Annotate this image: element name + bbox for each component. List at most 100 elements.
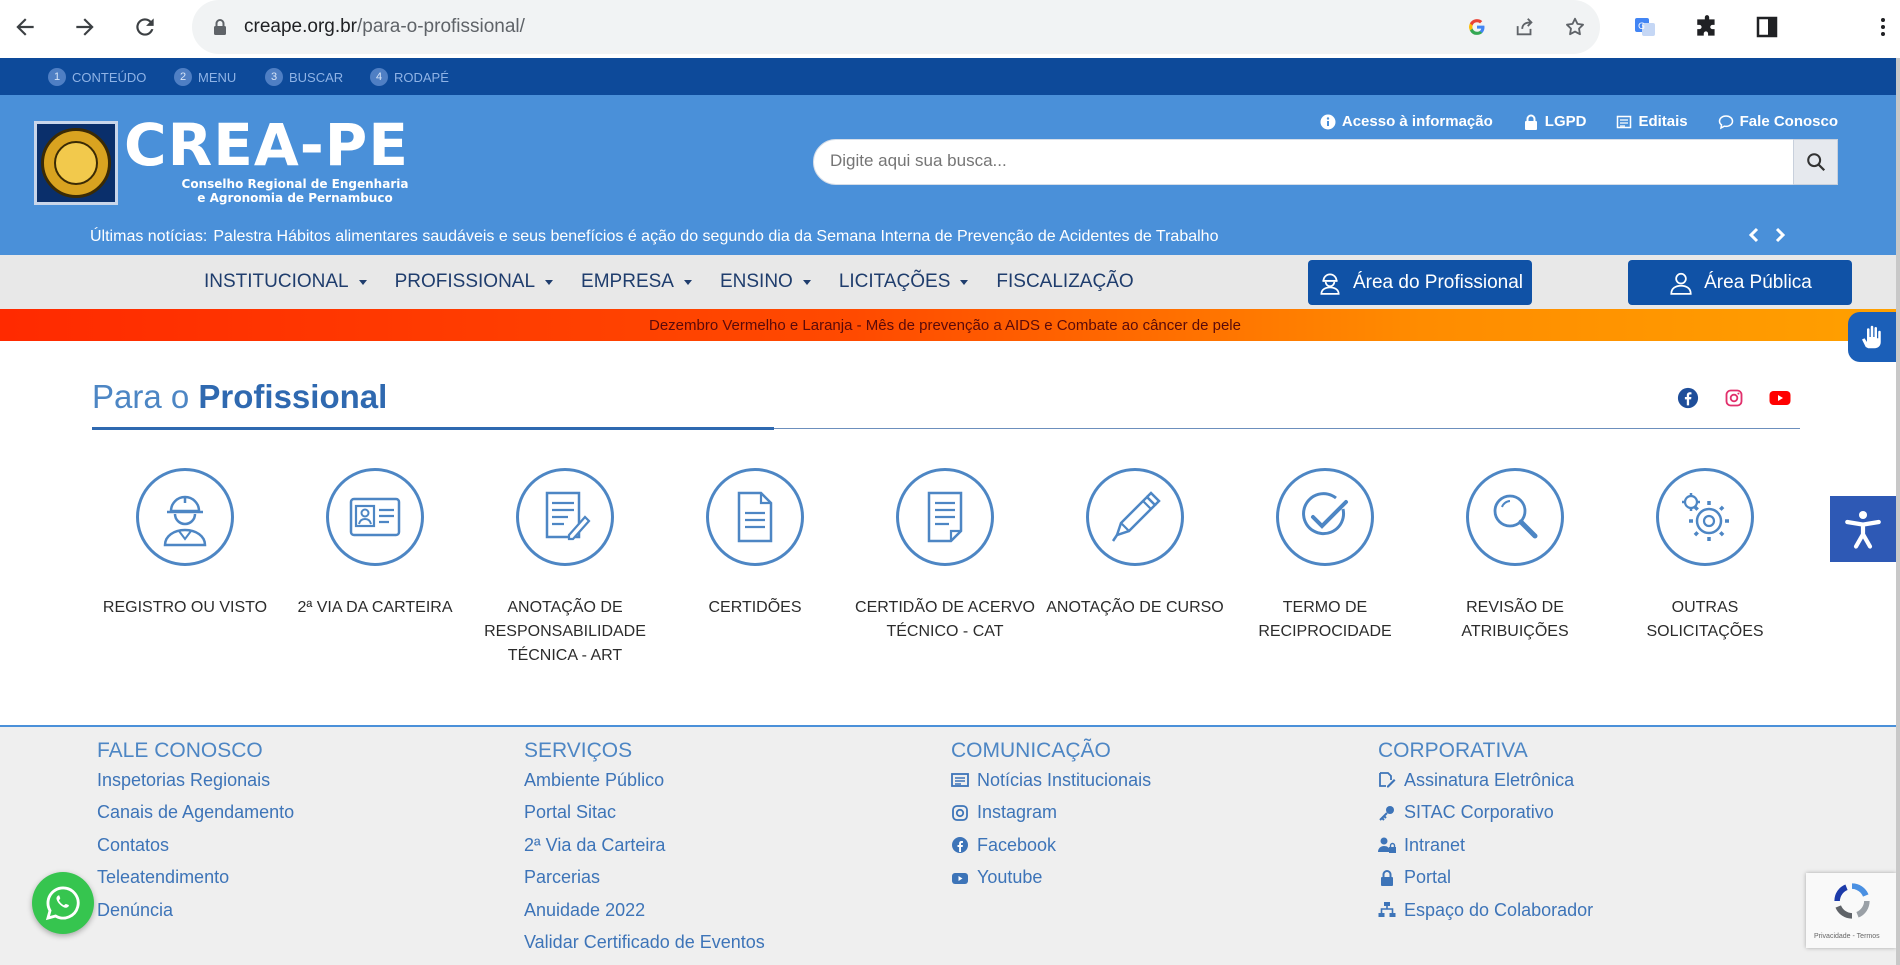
accessibility-person-icon — [1845, 510, 1881, 549]
footer-link[interactable]: Inspetorias Regionais — [97, 764, 294, 797]
menu-licitacoes[interactable]: LICITAÇÕES — [839, 271, 969, 293]
check-icon — [1276, 468, 1374, 566]
fale-conosco-link[interactable]: Fale Conosco — [1718, 113, 1838, 130]
menu-ensino[interactable]: ENSINO — [720, 271, 811, 293]
service-termo-reciprocidade[interactable]: TERMO DE RECIPROCIDADE — [1230, 468, 1420, 644]
lgpd-link[interactable]: LGPD — [1523, 113, 1586, 130]
service-2a-via-carteira[interactable]: 2ª VIA DA CARTEIRA — [280, 468, 470, 620]
footer-link[interactable]: Portal — [1378, 862, 1593, 895]
service-cat[interactable]: CERTIDÃO DE ACERVO TÉCNICO - CAT — [850, 468, 1040, 644]
search-button[interactable] — [1793, 139, 1838, 185]
service-certidoes[interactable]: CERTIDÕES — [660, 468, 850, 620]
network-icon — [1378, 902, 1396, 918]
skip-link-content[interactable]: 1 CONTEÚDO — [48, 68, 146, 86]
footer-link[interactable]: Canais de Agendamento — [97, 797, 294, 830]
back-button[interactable] — [8, 10, 42, 44]
footer-link[interactable]: Assinatura Eletrônica — [1378, 764, 1593, 797]
instagram-icon[interactable] — [1722, 386, 1746, 410]
footer-heading: FALE CONOSCO — [97, 739, 263, 762]
youtube-icon — [952, 872, 968, 884]
menu-fiscalizacao[interactable]: FISCALIZAÇÃO — [996, 271, 1133, 293]
bookmark-star-icon[interactable] — [1562, 14, 1588, 40]
footer-link[interactable]: Espaço do Colaborador — [1378, 894, 1593, 927]
footer-link[interactable]: Notícias Institucionais — [951, 764, 1151, 797]
recaptcha-badge[interactable]: Privacidade - Termos — [1806, 873, 1896, 948]
footer-link[interactable]: Ambiente Público — [524, 764, 765, 797]
area-publica-button[interactable]: Área Pública — [1628, 260, 1852, 305]
engineer-icon — [1320, 272, 1340, 295]
caret-down-icon — [960, 279, 969, 285]
footer-link[interactable]: Anuidade 2022 — [524, 894, 765, 927]
engineer-icon — [136, 468, 234, 566]
skip-link-menu[interactable]: 2 MENU — [174, 68, 236, 86]
skip-label: MENU — [198, 69, 237, 85]
url-text: creape.org.br/para-o-profissional/ — [244, 16, 525, 37]
crea-seal-logo[interactable] — [34, 121, 118, 205]
footer-link[interactable]: Youtube — [951, 862, 1151, 895]
service-revisao-atribuicoes[interactable]: REVISÃO DE ATRIBUIÇÕES — [1420, 468, 1610, 644]
area-profissional-button[interactable]: Área do Profissional — [1308, 260, 1532, 305]
chevron-left-icon[interactable] — [1748, 227, 1760, 243]
footer-link[interactable]: Validar Certificado de Eventos — [524, 927, 765, 960]
address-bar[interactable]: creape.org.br/para-o-profissional/ — [192, 0, 1600, 54]
recaptcha-terms[interactable]: Privacidade - Termos — [1814, 933, 1880, 940]
menu-institucional[interactable]: INSTITUCIONAL — [204, 271, 367, 293]
service-art[interactable]: ANOTAÇÃO DE RESPONSABILIDADE TÉCNICA - ART — [470, 468, 660, 668]
service-label: ANOTAÇÃO DE RESPONSABILIDADE TÉCNICA - ART — [484, 599, 646, 664]
site-header: CREA-PE Conselho Regional de Engenharia e… — [0, 95, 1896, 255]
footer-link[interactable]: Contatos — [97, 829, 294, 862]
svg-text:G: G — [1638, 22, 1645, 32]
chevron-right-icon[interactable] — [1774, 227, 1786, 243]
facebook-icon[interactable] — [1676, 386, 1700, 410]
magnifier-icon — [1466, 468, 1564, 566]
accessibility-button[interactable] — [1830, 496, 1896, 562]
news-headline[interactable]: Palestra Hábitos alimentares saudáveis e… — [213, 228, 1218, 245]
news-arrows — [1748, 227, 1786, 243]
service-registro-ou-visto[interactable]: REGISTRO OU VISTO — [90, 468, 280, 620]
info-icon — [1320, 114, 1336, 129]
site-logo-subtitle: Conselho Regional de Engenharia e Agronom… — [181, 177, 409, 205]
search-input[interactable] — [830, 151, 1770, 171]
footer-link[interactable]: Instagram — [951, 797, 1151, 830]
footer-servicos: SERVIÇOS Ambiente Público Portal Sitac 2… — [524, 739, 765, 959]
forward-button[interactable] — [68, 10, 102, 44]
document-icon — [706, 468, 804, 566]
news-ticker[interactable]: Últimas notícias: Palestra Hábitos alimen… — [90, 228, 1218, 246]
browser-menu-icon[interactable] — [1868, 12, 1898, 42]
footer-link[interactable]: Denúncia — [97, 894, 294, 927]
campaign-alert-strip[interactable]: Dezembro Vermelho e Laranja - Mês de pre… — [0, 309, 1896, 341]
translate-extension-icon[interactable]: G — [1630, 12, 1660, 42]
footer-link[interactable]: 2ª Via da Carteira — [524, 829, 765, 862]
footer-link[interactable]: Intranet — [1378, 829, 1593, 862]
reload-button[interactable] — [128, 10, 162, 44]
skip-link-search[interactable]: 3 BUSCAR — [265, 68, 343, 86]
lock-icon — [214, 19, 226, 35]
share-icon[interactable] — [1512, 14, 1538, 40]
footer-link[interactable]: Teleatendimento — [97, 862, 294, 895]
google-icon[interactable] — [1464, 14, 1490, 40]
service-label: CERTIDÃO DE ACERVO TÉCNICO - CAT — [855, 599, 1035, 640]
page-scrollbar[interactable] — [1896, 58, 1900, 965]
youtube-icon[interactable] — [1768, 386, 1792, 410]
title-divider — [774, 428, 1800, 429]
menu-empresa[interactable]: EMPRESA — [581, 271, 692, 293]
service-anotacao-curso[interactable]: ANOTAÇÃO DE CURSO — [1040, 468, 1230, 620]
footer-link[interactable]: Portal Sitac — [524, 797, 765, 830]
vlibras-button[interactable] — [1848, 312, 1896, 362]
access-info-link[interactable]: Acesso à informação — [1320, 113, 1493, 130]
footer-link[interactable]: Facebook — [951, 829, 1151, 862]
site-logo-title[interactable]: CREA-PE — [124, 115, 409, 175]
editais-link[interactable]: Editais — [1616, 113, 1688, 130]
side-panel-icon[interactable] — [1752, 12, 1782, 42]
service-outras-solicitacoes[interactable]: OUTRAS SOLICITAÇÕES — [1610, 468, 1800, 644]
whatsapp-button[interactable] — [32, 872, 94, 934]
menu-profissional[interactable]: PROFISSIONAL — [395, 271, 554, 293]
footer-link[interactable]: SITAC Corporativo — [1378, 797, 1593, 830]
footer-corporativa: CORPORATIVA Assinatura Eletrônica SITAC … — [1378, 739, 1593, 927]
skip-link-footer[interactable]: 4 RODAPÉ — [370, 68, 449, 86]
skip-number: 2 — [174, 68, 192, 86]
service-label: 2ª VIA DA CARTEIRA — [297, 599, 453, 616]
extensions-puzzle-icon[interactable] — [1692, 12, 1722, 42]
lock-icon — [1524, 114, 1537, 130]
footer-link[interactable]: Parcerias — [524, 862, 765, 895]
